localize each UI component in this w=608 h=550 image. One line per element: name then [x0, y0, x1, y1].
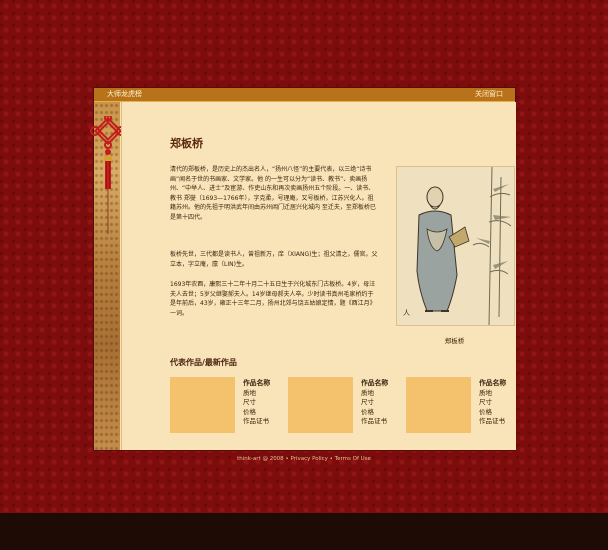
artist-portrait: 人 — [396, 166, 515, 326]
work-item[interactable]: 作品名称 质地 尺寸 价格 作品证书 — [288, 377, 398, 433]
bio-paragraph-2: 板桥先世，三代都是读书人，曾祖新万，庠（XIANG)生；祖父清之，儒官。父立本，… — [170, 251, 378, 268]
window-titlebar: 大师龙虎榜 关闭窗口 — [94, 88, 515, 102]
work-thumbnail[interactable] — [288, 377, 353, 433]
work-thumbnail[interactable] — [170, 377, 235, 433]
work-name[interactable]: 作品名称 — [243, 379, 270, 389]
work-price: 价格 — [479, 407, 492, 416]
copyright-text: think-art @ 2008 — [237, 456, 284, 462]
artist-name: 郑板桥 — [170, 137, 203, 150]
svg-text:人: 人 — [403, 309, 410, 317]
work-certificate: 作品证书 — [479, 417, 505, 425]
work-material: 质地 — [243, 388, 256, 397]
footer-separator: • — [329, 456, 333, 462]
portrait-caption: 郑板桥 — [444, 337, 465, 345]
bottom-bar — [0, 513, 608, 550]
work-certificate: 作品证书 — [243, 417, 269, 425]
works-heading: 代表作品/最新作品 — [170, 358, 237, 367]
work-material: 质地 — [479, 388, 492, 397]
work-item[interactable]: 作品名称 质地 尺寸 价格 作品证书 — [406, 377, 516, 433]
work-name[interactable]: 作品名称 — [479, 379, 506, 389]
work-thumbnail[interactable] — [406, 377, 471, 433]
window-title: 大师龙虎榜 — [107, 90, 142, 98]
work-material: 质地 — [361, 388, 374, 397]
popup-window: 大师龙虎榜 关闭窗口 郑板桥 清代的郑板桥，是历史上的杰出名人，“扬州八怪”的主… — [90, 88, 516, 450]
privacy-policy-link[interactable]: Privacy Policy — [290, 456, 327, 462]
terms-of-use-link[interactable]: Terms Of Use — [335, 456, 371, 462]
content-panel: 郑板桥 清代的郑板桥，是历史上的杰出名人，“扬州八怪”的主要代表，以三绝“诗书画… — [121, 102, 516, 450]
work-certificate: 作品证书 — [361, 417, 387, 425]
work-size: 尺寸 — [243, 398, 256, 406]
work-size: 尺寸 — [361, 398, 374, 406]
bio-paragraph-1: 清代的郑板桥，是历史上的杰出名人，“扬州八怪”的主要代表，以三绝“诗书画”闻名于… — [170, 166, 376, 221]
bio-paragraph-3: 1693年农酉，康熙三十二年十月二十五日生于兴化城东门古板桥。4岁，母汪夫人去世… — [170, 281, 376, 317]
work-price: 价格 — [361, 407, 374, 416]
work-name[interactable]: 作品名称 — [361, 379, 388, 389]
footer: think-art @ 2008 • Privacy Policy • Term… — [0, 456, 608, 462]
work-item[interactable]: 作品名称 质地 尺寸 价格 作品证书 — [170, 377, 280, 433]
work-price: 价格 — [243, 407, 256, 416]
footer-separator: • — [285, 456, 289, 462]
close-window-link[interactable]: 关闭窗口 — [475, 88, 503, 101]
work-size: 尺寸 — [479, 398, 492, 406]
